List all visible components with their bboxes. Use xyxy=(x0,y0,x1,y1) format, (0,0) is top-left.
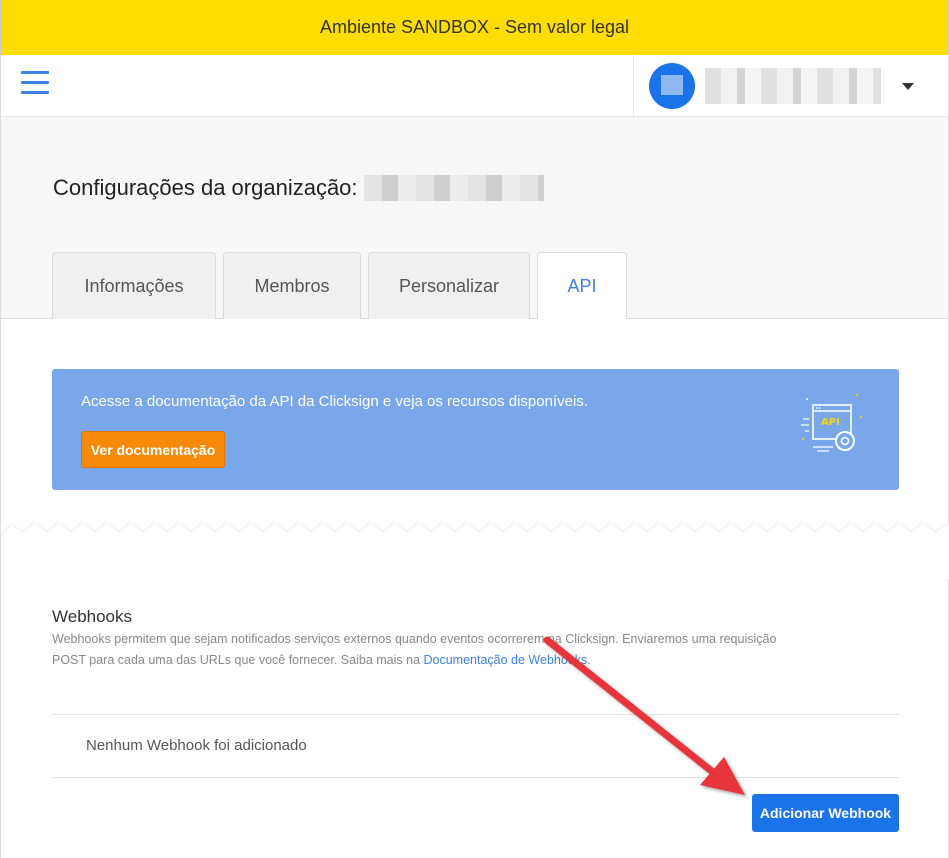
hamburger-menu-icon[interactable] xyxy=(21,71,49,97)
user-menu[interactable] xyxy=(633,55,949,117)
tab-api[interactable]: API xyxy=(537,252,627,320)
webhooks-docs-link[interactable]: Documentação de Webhooks xyxy=(424,653,588,667)
main-content: Acesse a documentação da API da Clicksig… xyxy=(0,319,949,858)
api-docs-banner: Acesse a documentação da API da Clicksig… xyxy=(52,369,899,490)
user-name-redacted xyxy=(705,68,881,104)
empty-webhooks-message: Nenhum Webhook foi adicionado xyxy=(86,737,307,754)
chevron-down-icon[interactable] xyxy=(902,83,914,90)
webhooks-desc-line1: Webhooks permitem que sejam notificados … xyxy=(52,632,777,646)
webhooks-heading: Webhooks xyxy=(52,607,133,626)
api-illustration-label: API xyxy=(821,417,840,428)
list-bottom-divider xyxy=(52,777,899,778)
webhooks-desc-line2: POST para cada uma das URLs que você for… xyxy=(52,653,424,667)
tab-personalizar[interactable]: Personalizar xyxy=(368,252,530,319)
banner-text: Acesse a documentação da API da Clicksig… xyxy=(81,393,588,410)
tab-bar: Informações Membros Personalizar API xyxy=(52,252,627,320)
webhooks-description: Webhooks permitem que sejam notificados … xyxy=(52,629,882,671)
tab-informacoes[interactable]: Informações xyxy=(52,252,216,319)
org-title-text: Configurações da organização: xyxy=(53,175,358,200)
sandbox-banner: Ambiente SANDBOX - Sem valor legal xyxy=(0,0,949,55)
tab-membros[interactable]: Membros xyxy=(223,252,361,319)
webhooks-link-suffix: . xyxy=(587,653,591,667)
org-name-redacted xyxy=(363,175,544,201)
api-gear-icon: API xyxy=(801,394,862,452)
avatar xyxy=(649,63,695,109)
page-header: Configurações da organização: Informaçõe… xyxy=(0,117,949,320)
add-webhook-button[interactable]: Adicionar Webhook xyxy=(752,794,899,832)
page-title: Configurações da organização: xyxy=(53,175,544,201)
top-bar xyxy=(0,55,949,117)
view-docs-button[interactable]: Ver documentação xyxy=(81,431,225,468)
list-top-divider xyxy=(52,714,899,715)
sandbox-text: Ambiente SANDBOX - Sem valor legal xyxy=(319,17,630,37)
torn-edge-divider xyxy=(1,523,949,579)
